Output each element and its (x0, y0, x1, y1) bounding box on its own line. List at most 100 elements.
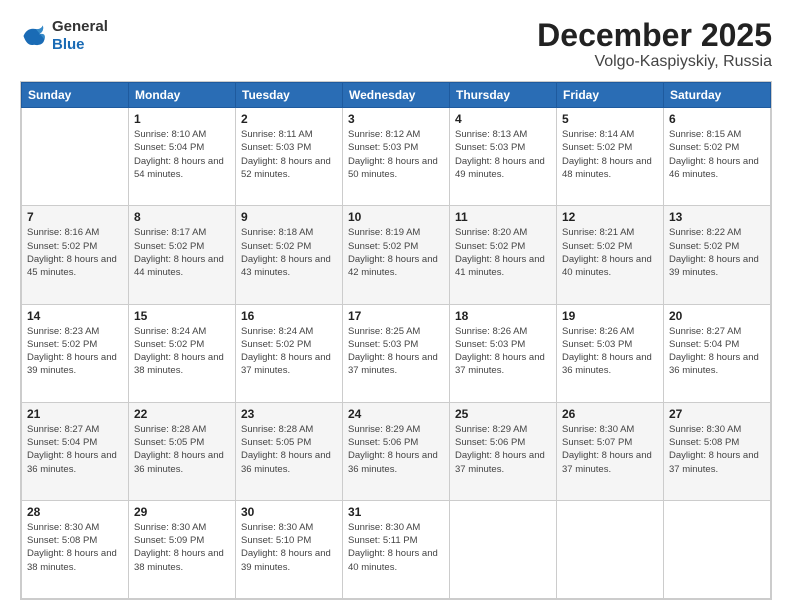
calendar-cell: 10 Sunrise: 8:19 AMSunset: 5:02 PMDayligh… (343, 206, 450, 304)
calendar-cell (450, 500, 557, 598)
day-detail: Sunrise: 8:17 AMSunset: 5:02 PMDaylight:… (134, 226, 230, 279)
day-detail: Sunrise: 8:21 AMSunset: 5:02 PMDaylight:… (562, 226, 658, 279)
day-number: 17 (348, 309, 444, 323)
weekday-header: Wednesday (343, 83, 450, 108)
day-number: 1 (134, 112, 230, 126)
day-number: 31 (348, 505, 444, 519)
weekday-header: Sunday (22, 83, 129, 108)
day-detail: Sunrise: 8:11 AMSunset: 5:03 PMDaylight:… (241, 128, 337, 181)
calendar-cell: 21 Sunrise: 8:27 AMSunset: 5:04 PMDayligh… (22, 402, 129, 500)
day-number: 3 (348, 112, 444, 126)
calendar-cell: 28Sunrise: 8:30 AMSunset: 5:08 PMDayligh… (22, 500, 129, 598)
calendar-cell: 31 Sunrise: 8:30 AMSunset: 5:11 PMDayligh… (343, 500, 450, 598)
calendar-cell (22, 108, 129, 206)
day-number: 9 (241, 210, 337, 224)
day-detail: Sunrise: 8:30 AMSunset: 5:07 PMDaylight:… (562, 423, 658, 476)
day-detail: Sunrise: 8:12 AMSunset: 5:03 PMDaylight:… (348, 128, 444, 181)
calendar-cell: 3 Sunrise: 8:12 AMSunset: 5:03 PMDaylight… (343, 108, 450, 206)
day-detail: Sunrise: 8:16 AMSunset: 5:02 PMDaylight:… (27, 226, 123, 279)
day-detail: Sunrise: 8:14 AMSunset: 5:02 PMDaylight:… (562, 128, 658, 181)
day-detail: Sunrise: 8:27 AMSunset: 5:04 PMDaylight:… (669, 325, 765, 378)
calendar-table: SundayMondayTuesdayWednesdayThursdayFrid… (21, 82, 771, 599)
calendar-cell: 9Sunrise: 8:18 AMSunset: 5:02 PMDaylight… (236, 206, 343, 304)
day-number: 12 (562, 210, 658, 224)
calendar: SundayMondayTuesdayWednesdayThursdayFrid… (20, 81, 772, 600)
calendar-cell: 19Sunrise: 8:26 AMSunset: 5:03 PMDayligh… (557, 304, 664, 402)
day-number: 30 (241, 505, 337, 519)
day-number: 21 (27, 407, 123, 421)
day-detail: Sunrise: 8:25 AMSunset: 5:03 PMDaylight:… (348, 325, 444, 378)
day-number: 19 (562, 309, 658, 323)
calendar-cell: 12 Sunrise: 8:21 AMSunset: 5:02 PMDayligh… (557, 206, 664, 304)
calendar-cell: 8Sunrise: 8:17 AMSunset: 5:02 PMDaylight… (129, 206, 236, 304)
weekday-header: Friday (557, 83, 664, 108)
day-detail: Sunrise: 8:30 AMSunset: 5:10 PMDaylight:… (241, 521, 337, 574)
weekday-header: Thursday (450, 83, 557, 108)
day-number: 2 (241, 112, 337, 126)
day-detail: Sunrise: 8:24 AMSunset: 5:02 PMDaylight:… (134, 325, 230, 378)
day-number: 5 (562, 112, 658, 126)
day-detail: Sunrise: 8:10 AMSunset: 5:04 PMDaylight:… (134, 128, 230, 181)
day-detail: Sunrise: 8:27 AMSunset: 5:04 PMDaylight:… (27, 423, 123, 476)
day-detail: Sunrise: 8:19 AMSunset: 5:02 PMDaylight:… (348, 226, 444, 279)
day-detail: Sunrise: 8:24 AMSunset: 5:02 PMDaylight:… (241, 325, 337, 378)
day-number: 4 (455, 112, 551, 126)
weekday-header: Saturday (664, 83, 771, 108)
calendar-cell: 18 Sunrise: 8:26 AMSunset: 5:03 PMDayligh… (450, 304, 557, 402)
calendar-cell: 29 Sunrise: 8:30 AMSunset: 5:09 PMDayligh… (129, 500, 236, 598)
logo-general: General (52, 18, 108, 36)
calendar-cell: 11Sunrise: 8:20 AMSunset: 5:02 PMDayligh… (450, 206, 557, 304)
calendar-cell: 30 Sunrise: 8:30 AMSunset: 5:10 PMDayligh… (236, 500, 343, 598)
day-detail: Sunrise: 8:15 AMSunset: 5:02 PMDaylight:… (669, 128, 765, 181)
day-detail: Sunrise: 8:13 AMSunset: 5:03 PMDaylight:… (455, 128, 551, 181)
day-detail: Sunrise: 8:20 AMSunset: 5:02 PMDaylight:… (455, 226, 551, 279)
calendar-cell: 25Sunrise: 8:29 AMSunset: 5:06 PMDayligh… (450, 402, 557, 500)
weekday-header: Monday (129, 83, 236, 108)
header: General Blue December 2025 Volgo-Kaspiys… (20, 18, 772, 71)
day-number: 27 (669, 407, 765, 421)
logo-text: General Blue (52, 18, 108, 54)
logo-icon (20, 22, 48, 50)
day-detail: Sunrise: 8:26 AMSunset: 5:03 PMDaylight:… (455, 325, 551, 378)
day-detail: Sunrise: 8:28 AMSunset: 5:05 PMDaylight:… (134, 423, 230, 476)
calendar-cell: 26 Sunrise: 8:30 AMSunset: 5:07 PMDayligh… (557, 402, 664, 500)
day-detail: Sunrise: 8:30 AMSunset: 5:09 PMDaylight:… (134, 521, 230, 574)
calendar-cell: 13 Sunrise: 8:22 AMSunset: 5:02 PMDayligh… (664, 206, 771, 304)
day-detail: Sunrise: 8:30 AMSunset: 5:11 PMDaylight:… (348, 521, 444, 574)
page: General Blue December 2025 Volgo-Kaspiys… (0, 0, 792, 612)
calendar-week-row: 14Sunrise: 8:23 AMSunset: 5:02 PMDayligh… (22, 304, 771, 402)
month-title: December 2025 (537, 18, 772, 53)
calendar-cell: 4 Sunrise: 8:13 AMSunset: 5:03 PMDaylight… (450, 108, 557, 206)
day-number: 29 (134, 505, 230, 519)
day-number: 26 (562, 407, 658, 421)
day-detail: Sunrise: 8:23 AMSunset: 5:02 PMDaylight:… (27, 325, 123, 378)
calendar-cell: 27Sunrise: 8:30 AMSunset: 5:08 PMDayligh… (664, 402, 771, 500)
title-block: December 2025 Volgo-Kaspiyskiy, Russia (537, 18, 772, 71)
calendar-cell: 23Sunrise: 8:28 AMSunset: 5:05 PMDayligh… (236, 402, 343, 500)
calendar-cell: 6 Sunrise: 8:15 AMSunset: 5:02 PMDaylight… (664, 108, 771, 206)
day-number: 22 (134, 407, 230, 421)
day-detail: Sunrise: 8:29 AMSunset: 5:06 PMDaylight:… (348, 423, 444, 476)
calendar-cell (664, 500, 771, 598)
day-number: 24 (348, 407, 444, 421)
calendar-body: 1 Sunrise: 8:10 AMSunset: 5:04 PMDaylight… (22, 108, 771, 599)
calendar-cell: 16Sunrise: 8:24 AMSunset: 5:02 PMDayligh… (236, 304, 343, 402)
location-title: Volgo-Kaspiyskiy, Russia (537, 53, 772, 71)
day-number: 10 (348, 210, 444, 224)
calendar-cell: 22 Sunrise: 8:28 AMSunset: 5:05 PMDayligh… (129, 402, 236, 500)
weekday-row: SundayMondayTuesdayWednesdayThursdayFrid… (22, 83, 771, 108)
calendar-week-row: 28Sunrise: 8:30 AMSunset: 5:08 PMDayligh… (22, 500, 771, 598)
day-number: 18 (455, 309, 551, 323)
calendar-cell: 20Sunrise: 8:27 AMSunset: 5:04 PMDayligh… (664, 304, 771, 402)
calendar-header: SundayMondayTuesdayWednesdayThursdayFrid… (22, 83, 771, 108)
calendar-week-row: 1 Sunrise: 8:10 AMSunset: 5:04 PMDaylight… (22, 108, 771, 206)
day-number: 6 (669, 112, 765, 126)
logo: General Blue (20, 18, 108, 54)
calendar-week-row: 7Sunrise: 8:16 AMSunset: 5:02 PMDaylight… (22, 206, 771, 304)
day-detail: Sunrise: 8:22 AMSunset: 5:02 PMDaylight:… (669, 226, 765, 279)
weekday-header: Tuesday (236, 83, 343, 108)
day-number: 28 (27, 505, 123, 519)
calendar-cell: 7Sunrise: 8:16 AMSunset: 5:02 PMDaylight… (22, 206, 129, 304)
day-number: 13 (669, 210, 765, 224)
day-number: 15 (134, 309, 230, 323)
